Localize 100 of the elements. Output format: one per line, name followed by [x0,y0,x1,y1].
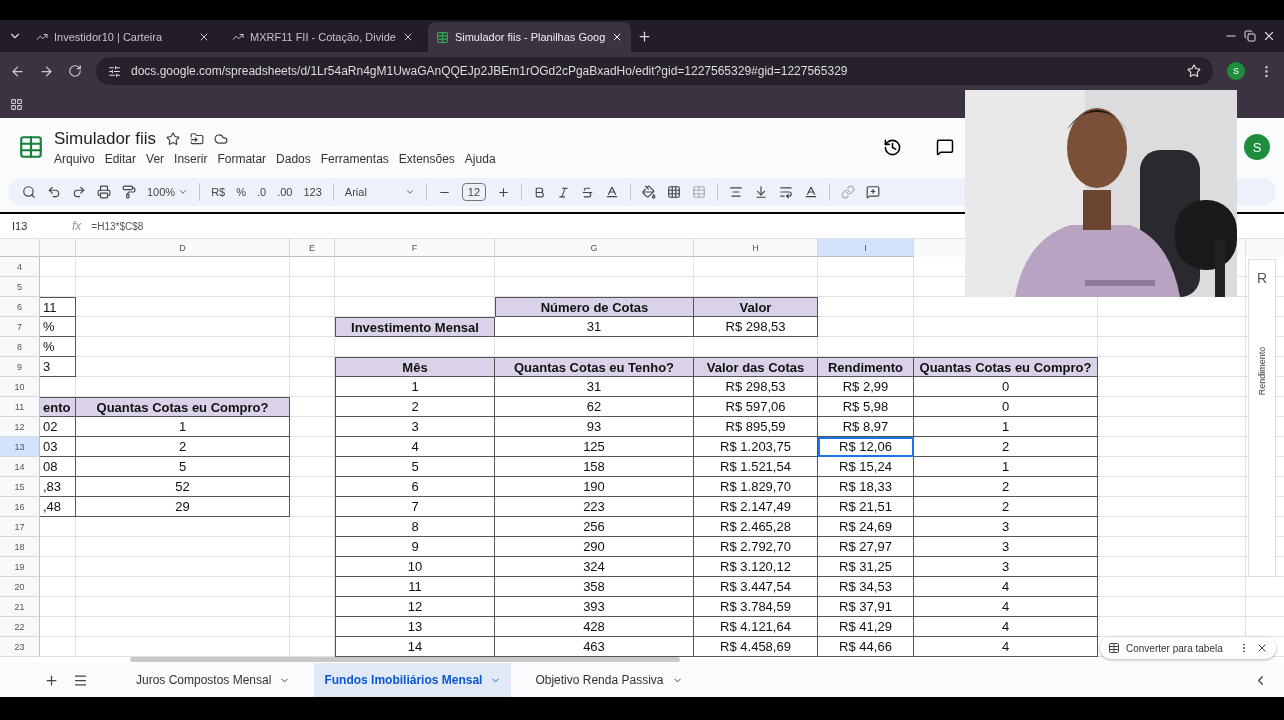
row-number[interactable]: 14 [0,457,40,477]
row-number[interactable]: 5 [0,277,40,297]
sheet-tab[interactable]: Juros Compostos Mensal [126,663,301,697]
account-avatar[interactable]: S [1244,134,1270,160]
align-icon[interactable] [729,185,744,199]
all-sheets-icon[interactable] [73,672,88,688]
number-format-button[interactable]: 123 [303,186,322,198]
row-number[interactable]: 23 [0,637,40,657]
folder-icon[interactable] [190,131,205,146]
table-cell: 52 [76,477,290,497]
search-icon[interactable] [22,185,36,199]
row-number[interactable]: 9 [0,357,40,377]
row-number[interactable]: 16 [0,497,40,517]
close-icon[interactable] [1262,29,1276,43]
row-number[interactable]: 12 [0,417,40,437]
browser-tab[interactable]: MXRF11 FII - Cotação, Divide [224,22,422,52]
row-number[interactable]: 19 [0,557,40,577]
plus-icon[interactable] [497,185,511,199]
currency-button[interactable]: R$ [211,186,226,198]
profile-avatar[interactable]: S [1227,62,1245,80]
print-icon[interactable] [97,185,111,199]
forward-icon[interactable] [39,63,54,79]
row-number[interactable]: 13 [0,437,40,457]
percent-button[interactable]: % [236,186,246,198]
close-icon[interactable] [1256,642,1268,654]
table-icon [1108,642,1120,654]
history-icon[interactable] [883,137,902,157]
document-title[interactable]: Simulador fiis [54,128,157,149]
convert-to-table-chip[interactable]: Converter para tabela [1100,637,1276,659]
name-box[interactable]: I13 [12,220,62,232]
borders-icon[interactable] [667,185,682,199]
column-header[interactable]: D [76,239,290,257]
column-heading: Quantas Cotas eu Tenho? [495,357,694,377]
zoom-select[interactable]: 100% [147,186,189,198]
back-icon[interactable] [10,63,25,79]
column-header[interactable]: G [495,239,694,257]
bold-icon[interactable] [533,185,547,199]
row-number[interactable]: 8 [0,337,40,357]
star-icon[interactable] [166,131,181,146]
table-cell: 08 [40,457,76,477]
axis-label: Rendimento [1257,346,1267,396]
italic-icon[interactable] [557,185,571,199]
apps-icon[interactable] [10,97,23,111]
paint-roller-icon[interactable] [122,185,136,199]
formula-field[interactable]: =H13*$C$8 [91,220,144,232]
increase-decimals-button[interactable]: .00 [277,186,293,198]
menu-item[interactable]: Formatar [217,151,267,166]
row-number[interactable]: 20 [0,577,40,597]
row-number[interactable]: 11 [0,397,40,417]
add-comment-icon[interactable] [866,185,881,199]
fill-color-icon[interactable] [642,185,657,199]
close-icon[interactable] [198,31,210,43]
sheets-icon [435,30,449,44]
table-cell: R$ 1.829,70 [694,477,818,497]
row-number[interactable]: 22 [0,617,40,637]
vertical-align-icon[interactable] [754,185,769,199]
row-number[interactable]: 18 [0,537,40,557]
menu-item[interactable]: Editar [104,151,137,166]
column-header[interactable]: F [335,239,495,257]
row-number[interactable]: 4 [0,257,40,277]
wrap-text-icon[interactable] [779,185,794,199]
column-header[interactable]: E [290,239,335,257]
menu-item[interactable]: Dados [276,151,311,166]
text-color-icon[interactable] [605,185,620,199]
scrollbar-thumb[interactable] [130,657,680,662]
menu-item[interactable]: Arquivo [54,151,95,166]
restore-icon[interactable] [1244,30,1256,42]
redo-icon[interactable] [72,185,86,199]
row-number[interactable]: 10 [0,377,40,397]
browser-tab[interactable]: Investidor10 | Carteira [28,22,218,52]
chart-panel[interactable]: R Rendimento [1248,259,1276,577]
decrease-decimals-button[interactable]: .0 [257,186,267,198]
comment-icon[interactable] [936,138,954,156]
table-cell: 2 [335,397,495,417]
reload-icon[interactable] [68,64,82,78]
column-header[interactable]: H [694,239,818,257]
undo-icon[interactable] [47,185,61,199]
table-cell: 125 [495,437,694,457]
menu-item[interactable]: Ferramentas [320,151,389,166]
new-tab-icon[interactable] [637,28,653,44]
sheet-tab[interactable]: Fundos Imobiliários Mensal [314,663,512,697]
menu-item[interactable]: Extensões [398,151,455,166]
font-size-field[interactable]: 12 [461,183,487,201]
browser-tab[interactable]: Simulador fiis - Planilhas Goog [427,22,632,52]
menu-item[interactable]: Ajuda [464,151,496,166]
table-cell: R$ 44,66 [818,637,914,657]
row-number[interactable]: 7 [0,317,40,337]
address-bar[interactable]: docs.google.com/spreadsheets/d/1Lr54aRn4gM1UwaGAnQQEJp2JBEm1rOGd2cPgaBxadHo/edit?gid=1227565329#gid=1227565329 [96,57,1213,85]
menu-item[interactable]: Ver [146,151,165,166]
row-number[interactable]: 15 [0,477,40,497]
font-select[interactable]: Arial [344,186,415,198]
row-number[interactable]: 21 [0,597,40,617]
menu-item[interactable]: Inserir [174,151,208,166]
row-number[interactable]: 17 [0,517,40,537]
column-header[interactable]: I [818,239,914,257]
row-number[interactable]: 6 [0,297,40,317]
strikethrough-icon[interactable] [581,185,595,199]
add-sheet-icon[interactable] [44,672,59,688]
sheet-tab[interactable]: Objetivo Renda Passiva [525,663,693,697]
table-cell: 10 [335,557,495,577]
